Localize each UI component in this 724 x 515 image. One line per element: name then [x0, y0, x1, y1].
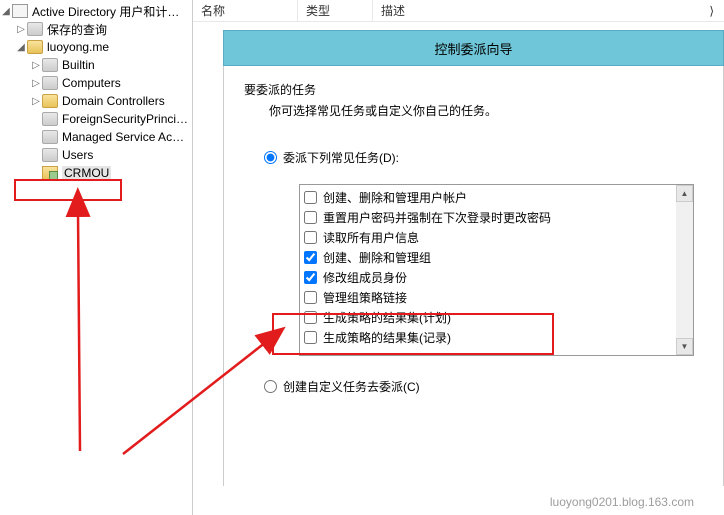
- task-label: 读取所有用户信息: [323, 229, 419, 246]
- folder-icon: [42, 58, 58, 72]
- task-checkbox[interactable]: [304, 271, 317, 284]
- scroll-down-icon[interactable]: ▼: [676, 338, 693, 355]
- task-checkbox[interactable]: [304, 191, 317, 204]
- annotation-box-ou: [14, 179, 122, 201]
- tree-item-fsp[interactable]: ForeignSecurityPrincipals: [0, 110, 192, 128]
- delegation-wizard: 控制委派向导 要委派的任务 你可选择常见任务或自定义你自己的任务。 委派下列常见…: [223, 30, 724, 515]
- ou-icon: [42, 166, 58, 180]
- tree-root-label: Active Directory 用户和计算机: [32, 3, 190, 20]
- radio-custom-tasks[interactable]: 创建自定义任务去委派(C): [264, 378, 703, 395]
- tree-root[interactable]: ◢ Active Directory 用户和计算机: [0, 2, 192, 20]
- wizard-title: 控制委派向导: [434, 39, 512, 58]
- radio-common-label: 委派下列常见任务(D):: [283, 149, 399, 166]
- scrollbar[interactable]: ▲ ▼: [676, 185, 693, 355]
- main-panel: 名称 类型 描述 ⟩ 控制委派向导 要委派的任务 你可选择常见任务或自定义你自己…: [193, 0, 724, 515]
- task-row[interactable]: 读取所有用户信息: [304, 227, 672, 247]
- task-row[interactable]: 管理组策略链接: [304, 287, 672, 307]
- tree-item-dc[interactable]: ▷ Domain Controllers: [0, 92, 192, 110]
- task-row[interactable]: 重置用户密码并强制在下次登录时更改密码: [304, 207, 672, 227]
- task-label: 重置用户密码并强制在下次登录时更改密码: [323, 209, 551, 226]
- tree-label: Managed Service Accounts: [62, 130, 190, 144]
- task-row[interactable]: 创建、删除和管理组: [304, 247, 672, 267]
- tree-item-domain[interactable]: ◢ luoyong.me: [0, 38, 192, 56]
- folder-icon: [42, 130, 58, 144]
- scroll-track[interactable]: [676, 202, 693, 338]
- overflow-icon[interactable]: ⟩: [699, 1, 724, 21]
- folder-icon: [27, 40, 43, 54]
- folder-icon: [42, 94, 58, 108]
- task-checkbox[interactable]: [304, 251, 317, 264]
- tree-item-computers[interactable]: ▷ Computers: [0, 74, 192, 92]
- task-label: 管理组策略链接: [323, 289, 407, 306]
- wizard-title-bar: 控制委派向导: [223, 30, 724, 66]
- tree-label: CRMOU: [62, 166, 111, 180]
- col-desc[interactable]: 描述: [373, 0, 699, 22]
- tree-label: ForeignSecurityPrincipals: [62, 112, 190, 126]
- section-desc: 你可选择常见任务或自定义你自己的任务。: [269, 102, 703, 119]
- folder-icon: [42, 76, 58, 90]
- task-label: 创建、删除和管理用户帐户: [323, 189, 467, 206]
- tree-label: 保存的查询: [47, 21, 107, 38]
- radio-common-tasks[interactable]: 委派下列常见任务(D):: [264, 149, 703, 166]
- watermark: luoyong0201.blog.163.com: [550, 495, 694, 509]
- task-label: 创建、删除和管理组: [323, 249, 431, 266]
- tree-label: Computers: [62, 76, 121, 90]
- section-title: 要委派的任务: [244, 81, 703, 98]
- task-label: 修改组成员身份: [323, 269, 407, 286]
- tree-label: Users: [62, 148, 93, 162]
- ad-icon: [12, 4, 28, 18]
- radio-common-input[interactable]: [264, 151, 277, 164]
- expand-icon[interactable]: ▷: [30, 60, 42, 71]
- collapse-icon[interactable]: ◢: [0, 6, 12, 17]
- folder-icon: [27, 22, 43, 36]
- expand-icon[interactable]: ▷: [30, 78, 42, 89]
- tree-sidebar: ◢ Active Directory 用户和计算机 ▷ 保存的查询 ◢ luoy…: [0, 0, 193, 515]
- expand-icon[interactable]: ▷: [15, 24, 27, 35]
- tree-item-users[interactable]: Users: [0, 146, 192, 164]
- col-type[interactable]: 类型: [298, 0, 373, 22]
- expand-icon[interactable]: ▷: [30, 96, 42, 107]
- tree-label: Builtin: [62, 58, 95, 72]
- col-name[interactable]: 名称: [193, 0, 298, 22]
- folder-icon: [42, 148, 58, 162]
- radio-custom-label: 创建自定义任务去委派(C): [283, 378, 420, 395]
- wizard-body: 要委派的任务 你可选择常见任务或自定义你自己的任务。 委派下列常见任务(D): …: [223, 66, 724, 486]
- tree-label: Domain Controllers: [62, 94, 165, 108]
- task-row[interactable]: 创建、删除和管理用户帐户: [304, 187, 672, 207]
- folder-icon: [42, 112, 58, 126]
- radio-custom-input[interactable]: [264, 380, 277, 393]
- column-headers: 名称 类型 描述 ⟩: [193, 0, 724, 22]
- scroll-up-icon[interactable]: ▲: [676, 185, 693, 202]
- task-row[interactable]: 修改组成员身份: [304, 267, 672, 287]
- tree-label: luoyong.me: [47, 40, 109, 54]
- task-checkbox[interactable]: [304, 211, 317, 224]
- annotation-box-tasks: [272, 313, 554, 355]
- collapse-icon[interactable]: ◢: [15, 42, 27, 53]
- task-checkbox[interactable]: [304, 231, 317, 244]
- tree-item-saved-queries[interactable]: ▷ 保存的查询: [0, 20, 192, 38]
- tree-item-builtin[interactable]: ▷ Builtin: [0, 56, 192, 74]
- task-checkbox[interactable]: [304, 291, 317, 304]
- tree-item-msa[interactable]: Managed Service Accounts: [0, 128, 192, 146]
